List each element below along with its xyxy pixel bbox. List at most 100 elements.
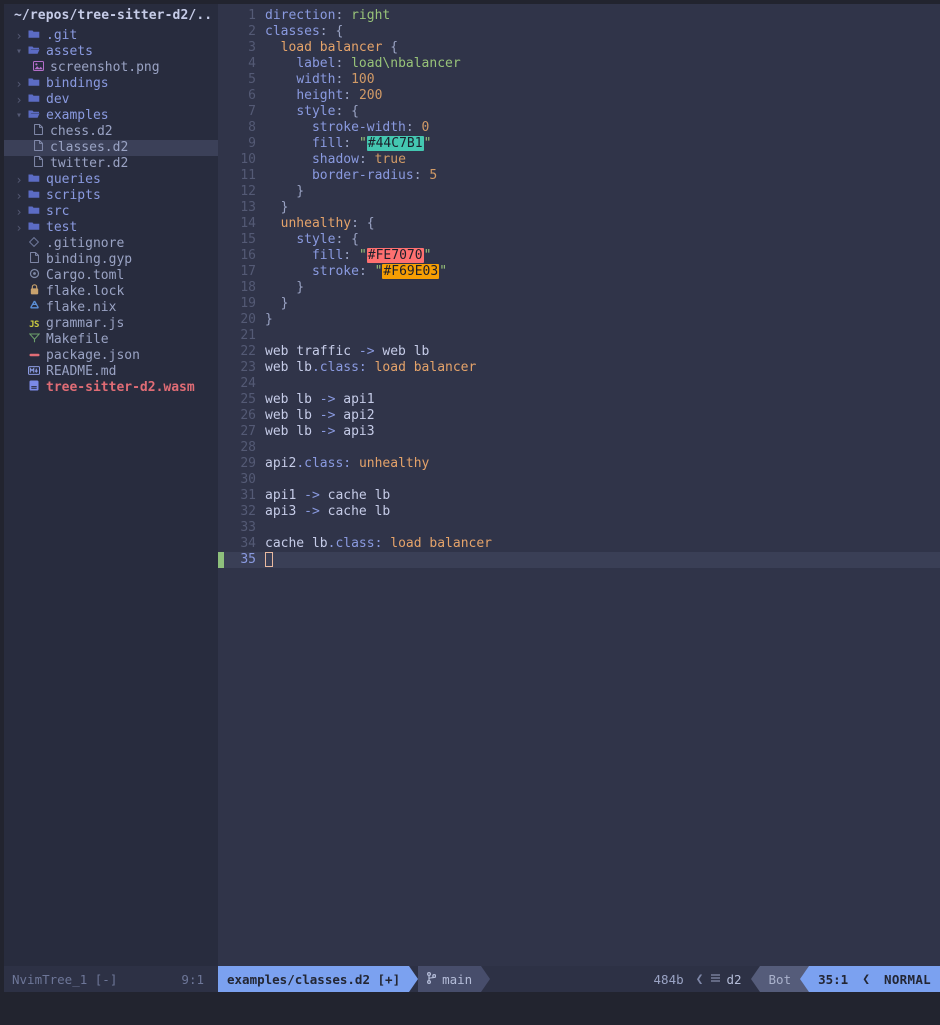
code-line[interactable]: 12 }	[218, 184, 940, 200]
file-tree-item-tree-sitter-d2-wasm[interactable]: tree-sitter-d2.wasm	[4, 380, 218, 396]
code-line-content[interactable]: api3 -> cache lb	[265, 504, 940, 520]
code-line-content[interactable]: }	[265, 312, 940, 328]
file-tree-item-flake-lock[interactable]: flake.lock	[4, 284, 218, 300]
code-line-content[interactable]: border-radius: 5	[265, 168, 940, 184]
chevron-right-icon[interactable]: ›	[12, 28, 26, 44]
file-tree-item-binding-gyp[interactable]: binding.gyp	[4, 252, 218, 268]
code-line-content[interactable]: web lb -> api3	[265, 424, 940, 440]
chevron-down-icon[interactable]: ▾	[12, 44, 26, 60]
file-tree-item-cargo-toml[interactable]: Cargo.toml	[4, 268, 218, 284]
code-line[interactable]: 6 height: 200	[218, 88, 940, 104]
file-tree-item-bindings[interactable]: › bindings	[4, 76, 218, 92]
file-tree-item-readme-md[interactable]: README.md	[4, 364, 218, 380]
code-line[interactable]: 2 classes: {	[218, 24, 940, 40]
file-tree-item-assets[interactable]: ▾ assets	[4, 44, 218, 60]
code-line[interactable]: 14 unhealthy: {	[218, 216, 940, 232]
code-line-content[interactable]: classes: {	[265, 24, 940, 40]
code-line-content[interactable]: }	[265, 296, 940, 312]
chevron-right-icon[interactable]: ›	[12, 204, 26, 220]
code-line[interactable]: 19 }	[218, 296, 940, 312]
code-line-content[interactable]: api1 -> cache lb	[265, 488, 940, 504]
code-line-content[interactable]	[265, 520, 940, 536]
file-tree-list[interactable]: › .git ▾ assets screenshot.png › bindings › dev ▾…	[4, 28, 218, 396]
file-tree-item-test[interactable]: › test	[4, 220, 218, 236]
code-line-content[interactable]: label: load\nbalancer	[265, 56, 940, 72]
code-line-content[interactable]: shadow: true	[265, 152, 940, 168]
code-line[interactable]: 27 web lb -> api3	[218, 424, 940, 440]
code-line-content[interactable]: stroke: "#F69E03"	[265, 264, 940, 280]
file-tree-item-git[interactable]: › .git	[4, 28, 218, 44]
chevron-down-icon[interactable]: ▾	[12, 108, 26, 124]
code-line-content[interactable]: fill: "#44C7B1"	[265, 136, 940, 152]
file-tree-item-twitter-d2[interactable]: twitter.d2	[4, 156, 218, 172]
code-line-content[interactable]	[265, 472, 940, 488]
code-line[interactable]: 9 fill: "#44C7B1"	[218, 136, 940, 152]
chevron-right-icon[interactable]: ›	[12, 92, 26, 108]
code-line-content[interactable]: style: {	[265, 232, 940, 248]
code-line[interactable]: 16 fill: "#FE7070"	[218, 248, 940, 264]
code-line-content[interactable]: web traffic -> web lb	[265, 344, 940, 360]
code-line[interactable]: 15 style: {	[218, 232, 940, 248]
code-line[interactable]: 5 width: 100	[218, 72, 940, 88]
code-line[interactable]: 31 api1 -> cache lb	[218, 488, 940, 504]
file-tree-item-gitignore[interactable]: .gitignore	[4, 236, 218, 252]
status-filetype[interactable]: d2	[708, 966, 751, 992]
code-line-content[interactable]: }	[265, 280, 940, 296]
code-line[interactable]: 18 }	[218, 280, 940, 296]
code-editor[interactable]: 1 direction: right 2 classes: {3 load balan…	[218, 4, 940, 966]
code-line[interactable]: 13 }	[218, 200, 940, 216]
code-line[interactable]: 8 stroke-width: 0	[218, 120, 940, 136]
code-line[interactable]: 3 load balancer {	[218, 40, 940, 56]
code-line-content[interactable]	[265, 376, 940, 392]
code-line-content[interactable]: cache lb.class: load balancer	[265, 536, 940, 552]
file-tree-item-src[interactable]: › src	[4, 204, 218, 220]
code-line[interactable]: 10 shadow: true	[218, 152, 940, 168]
code-line-content[interactable]	[265, 328, 940, 344]
file-tree-sidebar[interactable]: ~/repos/tree-sitter-d2/.. › .git ▾ assets sc…	[0, 4, 218, 966]
code-line[interactable]: 4 label: load\nbalancer	[218, 56, 940, 72]
code-line-content[interactable]: stroke-width: 0	[265, 120, 940, 136]
code-line-content[interactable]: width: 100	[265, 72, 940, 88]
file-tree-item-makefile[interactable]: Makefile	[4, 332, 218, 348]
code-line-content[interactable]: }	[265, 184, 940, 200]
chevron-right-icon[interactable]: ›	[12, 76, 26, 92]
file-tree-item-queries[interactable]: › queries	[4, 172, 218, 188]
code-line[interactable]: 28	[218, 440, 940, 456]
code-line[interactable]: 26 web lb -> api2	[218, 408, 940, 424]
code-line[interactable]: 34 cache lb.class: load balancer	[218, 536, 940, 552]
chevron-right-icon[interactable]: ›	[12, 172, 26, 188]
code-line[interactable]: 11 border-radius: 5	[218, 168, 940, 184]
file-tree-item-chess-d2[interactable]: chess.d2	[4, 124, 218, 140]
code-line[interactable]: 23 web lb.class: load balancer	[218, 360, 940, 376]
code-line[interactable]: 30	[218, 472, 940, 488]
code-line-content[interactable]: web lb -> api1	[265, 392, 940, 408]
status-git-branch[interactable]: main	[418, 966, 482, 992]
code-line-content[interactable]	[265, 440, 940, 456]
code-line[interactable]: 32 api3 -> cache lb	[218, 504, 940, 520]
code-line-content[interactable]: web lb -> api2	[265, 408, 940, 424]
code-line[interactable]: 35	[218, 552, 940, 568]
file-tree-item-flake-nix[interactable]: flake.nix	[4, 300, 218, 316]
code-line[interactable]: 22 web traffic -> web lb	[218, 344, 940, 360]
code-line[interactable]: 29 api2.class: unhealthy	[218, 456, 940, 472]
file-tree-item-scripts[interactable]: › scripts	[4, 188, 218, 204]
code-line-content[interactable]: }	[265, 200, 940, 216]
code-line-content[interactable]: style: {	[265, 104, 940, 120]
code-line[interactable]: 1 direction: right	[218, 8, 940, 24]
code-line-content[interactable]: web lb.class: load balancer	[265, 360, 940, 376]
code-line[interactable]: 25 web lb -> api1	[218, 392, 940, 408]
chevron-right-icon[interactable]: ›	[12, 220, 26, 236]
code-line-content[interactable]: fill: "#FE7070"	[265, 248, 940, 264]
code-line-content[interactable]: unhealthy: {	[265, 216, 940, 232]
code-line-content[interactable]: direction: right	[265, 8, 940, 24]
file-tree-item-package-json[interactable]: package.json	[4, 348, 218, 364]
file-tree-item-classes-d2[interactable]: classes.d2	[4, 140, 218, 156]
code-line-content[interactable]: height: 200	[265, 88, 940, 104]
file-tree-item-dev[interactable]: › dev	[4, 92, 218, 108]
code-line[interactable]: 21	[218, 328, 940, 344]
status-filename[interactable]: examples/classes.d2 [+]	[218, 966, 410, 992]
code-line[interactable]: 17 stroke: "#F69E03"	[218, 264, 940, 280]
code-line[interactable]: 20}	[218, 312, 940, 328]
file-tree-item-grammar-js[interactable]: JS grammar.js	[4, 316, 218, 332]
file-tree-item-screenshot-png[interactable]: screenshot.png	[4, 60, 218, 76]
